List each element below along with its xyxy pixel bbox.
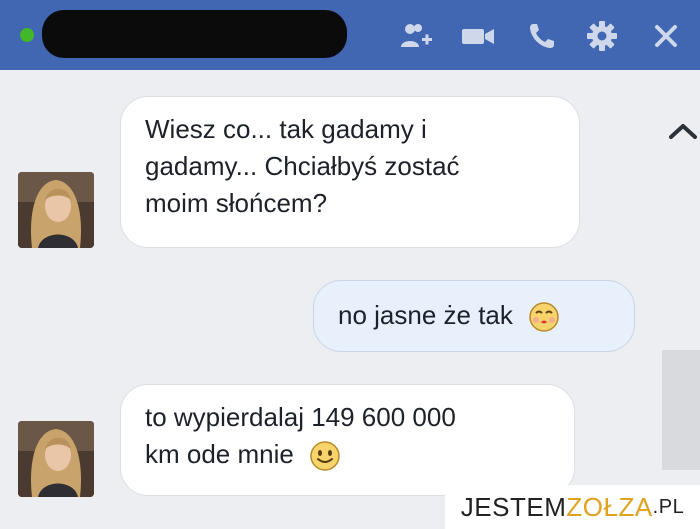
chat-header: [0, 0, 700, 70]
site-watermark: JESTEM ZOŁZA .PL: [445, 485, 700, 529]
chevron-up-icon[interactable]: [666, 116, 700, 146]
message-line: km ode mnie: [145, 439, 294, 469]
gear-icon[interactable]: [584, 18, 620, 54]
add-friend-icon[interactable]: [398, 18, 434, 54]
message-bubble-incoming: Wiesz co... tak gadamy i gadamy... Chcia…: [120, 96, 580, 248]
message-bubble-outgoing: no jasne że tak: [313, 280, 635, 352]
message-line: to wypierdalaj 149 600 000: [145, 402, 456, 432]
online-status-dot: [20, 28, 34, 42]
avatar[interactable]: [18, 421, 94, 497]
smile-emoji-icon: [309, 440, 341, 472]
scrollbar[interactable]: [662, 350, 700, 470]
close-icon[interactable]: [648, 18, 684, 54]
kiss-emoji-icon: [528, 301, 560, 333]
watermark-part: .PL: [652, 495, 685, 518]
contact-name-redacted[interactable]: [42, 10, 347, 58]
message-line: Wiesz co... tak gadamy i: [145, 114, 427, 144]
phone-icon[interactable]: [524, 18, 560, 54]
message-line: moim słońcem?: [145, 188, 328, 218]
video-call-icon[interactable]: [460, 18, 496, 54]
message-text: no jasne że tak: [338, 300, 513, 330]
watermark-part: ZOŁZA: [566, 491, 653, 522]
message-line: gadamy... Chciałbyś zostać: [145, 151, 460, 181]
avatar[interactable]: [18, 172, 94, 248]
message-bubble-incoming: to wypierdalaj 149 600 000 km ode mnie: [120, 384, 575, 496]
watermark-part: JESTEM: [460, 491, 567, 522]
